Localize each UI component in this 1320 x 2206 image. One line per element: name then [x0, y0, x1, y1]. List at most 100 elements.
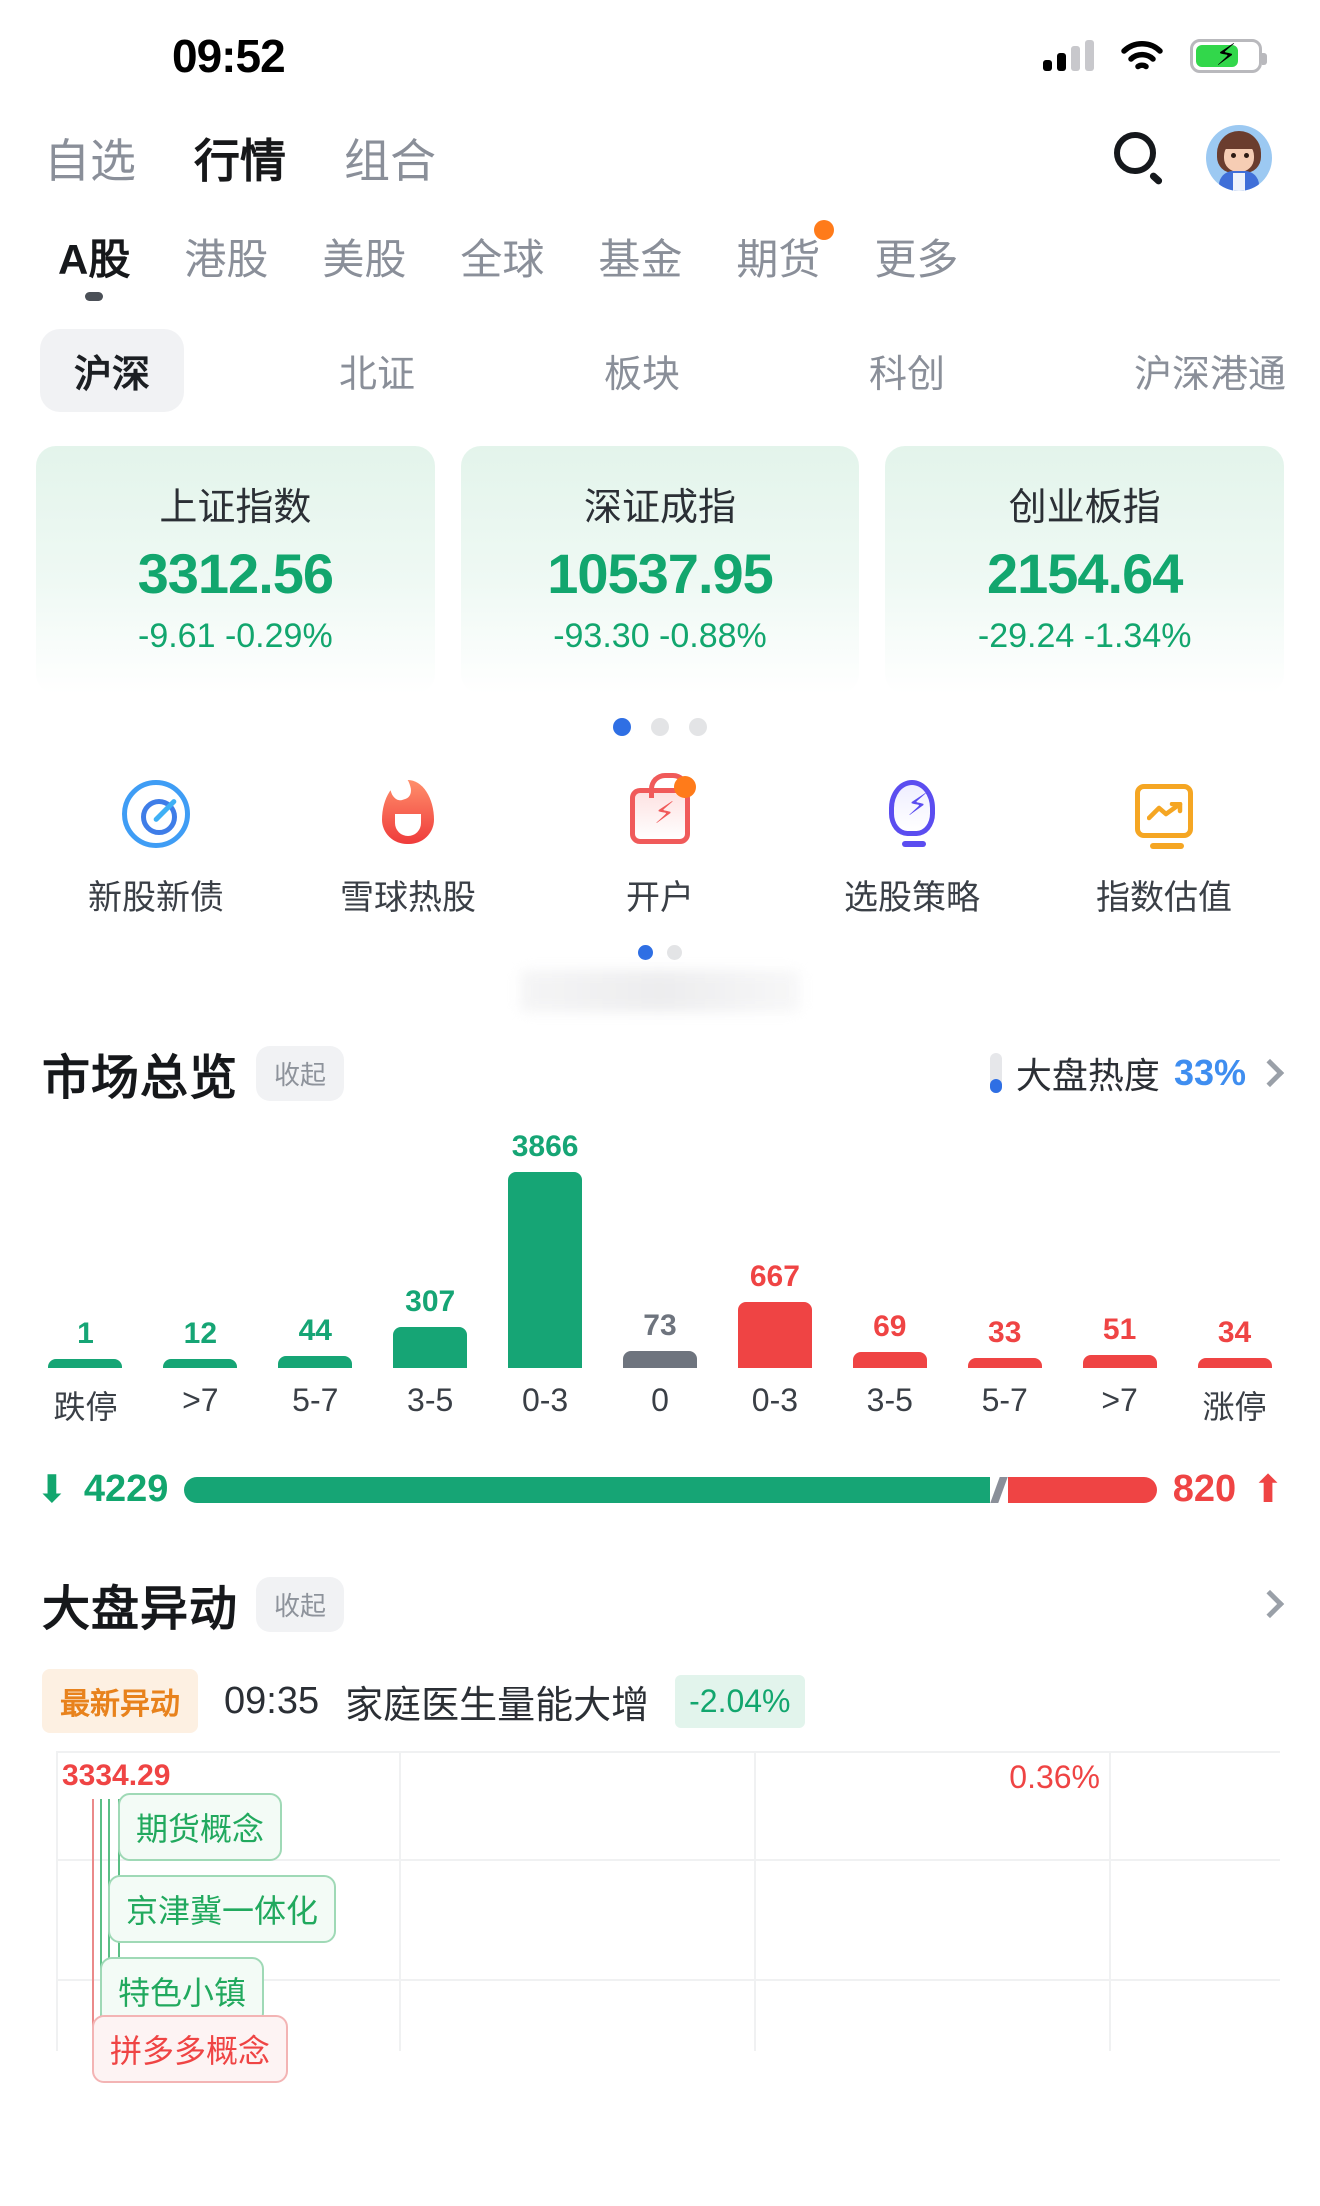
- updown-summary-bar: ⬇ 4229 820 ⬆: [0, 1428, 1320, 1511]
- chart-bar-column[interactable]: 44: [258, 1314, 373, 1369]
- search-icon[interactable]: [1114, 132, 1166, 186]
- tab-futures[interactable]: 期货: [736, 220, 835, 301]
- subtab-hushengangtong[interactable]: 沪深港通: [1100, 329, 1320, 412]
- index-card-chinext[interactable]: 创业板指 2154.64 -29.24 -1.34%: [885, 446, 1285, 695]
- chart-bars: 1 12 44 307 3866 73 667 69 33 51 34: [28, 1128, 1292, 1369]
- chart-x-label: 0-3: [521, 1382, 569, 1419]
- briefcase-bolt-icon: ⚡: [626, 773, 696, 848]
- top-nav-tabs: 自选 行情 组合: [44, 125, 1114, 191]
- chart-bar: [1082, 1355, 1157, 1369]
- tab-global[interactable]: 全球: [460, 226, 544, 301]
- chart-bar-value: 51: [1102, 1313, 1137, 1347]
- chart-bar-value: 307: [405, 1285, 456, 1319]
- anomaly-text: 家庭医生量能大增: [345, 1684, 650, 1727]
- anomaly-more[interactable]: [1255, 1589, 1285, 1619]
- page-title: 市场总览: [42, 1052, 239, 1106]
- chart-x-label: 0-3: [751, 1382, 799, 1419]
- chart-monitor-icon: [1130, 780, 1198, 850]
- wifi-icon: [1120, 40, 1164, 72]
- mini-chart-percent-label: 0.36%: [1009, 1759, 1100, 1796]
- tab-label: A股: [58, 236, 131, 283]
- market-heat-value: 33%: [1173, 1052, 1246, 1094]
- chart-x-label: 0: [651, 1382, 669, 1419]
- tab-us-shares[interactable]: 美股: [322, 226, 406, 301]
- chart-bar: [852, 1352, 927, 1369]
- chart-x-label: 5-7: [292, 1382, 339, 1419]
- collapse-button[interactable]: 收起: [256, 1045, 345, 1101]
- anomaly-latest-row[interactable]: 最新异动 09:35 家庭医生量能大增 -2.04%: [0, 1639, 1320, 1734]
- top-nav: 自选 行情 组合: [0, 112, 1320, 204]
- thermometer-icon: [989, 1053, 1002, 1094]
- battery-charging-icon: ⚡: [1190, 39, 1267, 73]
- subtab-beizheng[interactable]: 北证: [305, 329, 449, 412]
- chart-bar-column[interactable]: 33: [947, 1316, 1062, 1369]
- index-change: -93.30 -0.88%: [553, 617, 767, 656]
- chart-bar-column[interactable]: 307: [373, 1285, 488, 1369]
- quick-action-label: 雪球热股: [340, 879, 476, 918]
- quick-action-pager[interactable]: [0, 919, 1320, 961]
- chart-bar-column[interactable]: 3866: [488, 1130, 603, 1369]
- notification-dot-icon: [674, 776, 696, 799]
- status-bar: 09:52 ⚡: [0, 0, 1320, 112]
- quick-action-label: 开户: [626, 879, 694, 918]
- nav-item-watchlist[interactable]: 自选: [44, 125, 136, 191]
- tab-label: 基金: [598, 236, 683, 283]
- chart-bar: [967, 1358, 1042, 1369]
- avatar[interactable]: [1206, 125, 1272, 191]
- tab-a-shares[interactable]: A股: [58, 226, 130, 301]
- chart-bar-column[interactable]: 51: [1062, 1313, 1177, 1369]
- subtab-hushen[interactable]: 沪深: [40, 329, 185, 412]
- chart-x-label: >7: [182, 1382, 219, 1419]
- market-heat[interactable]: 大盘热度 33%: [989, 1047, 1285, 1099]
- chart-bar-value: 44: [298, 1314, 332, 1348]
- chart-bar-column[interactable]: 73: [603, 1309, 718, 1369]
- quick-action-open-account[interactable]: ⚡ 开户: [534, 773, 786, 919]
- top-nav-actions: [1114, 125, 1272, 191]
- tab-funds[interactable]: 基金: [598, 226, 682, 301]
- index-card-pager[interactable]: [0, 694, 1320, 737]
- nav-item-quotes[interactable]: 行情: [194, 125, 286, 191]
- anomaly-title: 大盘异动: [42, 1583, 239, 1637]
- blurred-banner: [520, 970, 800, 1013]
- anomaly-mini-chart[interactable]: 3334.29 0.36% 期货概念 京津冀一体化 特色小镇 拼多多概念: [56, 1751, 1280, 2084]
- anomaly-header: 大盘异动 收起: [0, 1511, 1320, 1639]
- chart-x-label: 跌停: [53, 1389, 118, 1426]
- chevron-right-icon: [1255, 1589, 1285, 1619]
- tab-label: 更多: [874, 236, 959, 283]
- chart-bar-value: 12: [183, 1317, 218, 1351]
- chart-x-labels: 跌停 >7 5-7 3-5 0-3 0 0-3 3-5 5-7 >7 涨停: [28, 1382, 1292, 1428]
- chart-bar-value: 34: [1217, 1316, 1252, 1350]
- tab-hk-shares[interactable]: 港股: [184, 226, 268, 301]
- chevron-right-icon: [1255, 1058, 1285, 1088]
- index-card-shanghai[interactable]: 上证指数 3312.56 -9.61 -0.29%: [36, 446, 435, 695]
- quick-action-strategy[interactable]: ⚡ 选股策略: [786, 780, 1038, 919]
- nav-item-portfolio[interactable]: 组合: [344, 125, 436, 191]
- tab-label: 全球: [460, 236, 545, 283]
- chart-x-label: 5-7: [981, 1382, 1028, 1419]
- index-card-shenzhen[interactable]: 深证成指 10537.95 -93.30 -0.88%: [460, 446, 860, 695]
- subtab-kechuang[interactable]: 科创: [835, 329, 979, 412]
- lightbulb-bolt-icon: ⚡: [878, 780, 946, 848]
- chart-bar-column[interactable]: 1: [28, 1317, 143, 1369]
- chart-bar-column[interactable]: 69: [832, 1310, 947, 1369]
- concept-tag[interactable]: 期货概念: [118, 1793, 283, 1862]
- index-change: -29.24 -1.34%: [977, 617, 1192, 656]
- tab-more[interactable]: 更多: [874, 226, 958, 301]
- chart-bar-column[interactable]: 12: [143, 1317, 258, 1369]
- tab-label: 美股: [322, 236, 407, 283]
- market-heat-label: 大盘热度: [1015, 1055, 1160, 1097]
- chart-x-label: 3-5: [407, 1382, 454, 1419]
- quick-action-label: 指数估值: [1096, 879, 1232, 918]
- concept-tag[interactable]: 拼多多概念: [92, 2015, 289, 2084]
- chart-bar-column[interactable]: 34: [1177, 1316, 1292, 1369]
- index-name: 上证指数: [159, 487, 312, 529]
- quick-action-new-issues[interactable]: 新股新债: [30, 780, 282, 919]
- subtab-bankuai[interactable]: 板块: [570, 329, 714, 412]
- quick-action-hot-stocks[interactable]: 雪球热股: [282, 780, 534, 919]
- notification-dot-icon: [814, 220, 835, 240]
- anomaly-collapse-button[interactable]: 收起: [256, 1576, 345, 1632]
- chart-bar-column[interactable]: 667: [717, 1260, 832, 1369]
- cellular-signal-icon: [1043, 40, 1094, 71]
- concept-tag[interactable]: 京津冀一体化: [108, 1875, 337, 1944]
- quick-action-index-valuation[interactable]: 指数估值: [1038, 780, 1290, 919]
